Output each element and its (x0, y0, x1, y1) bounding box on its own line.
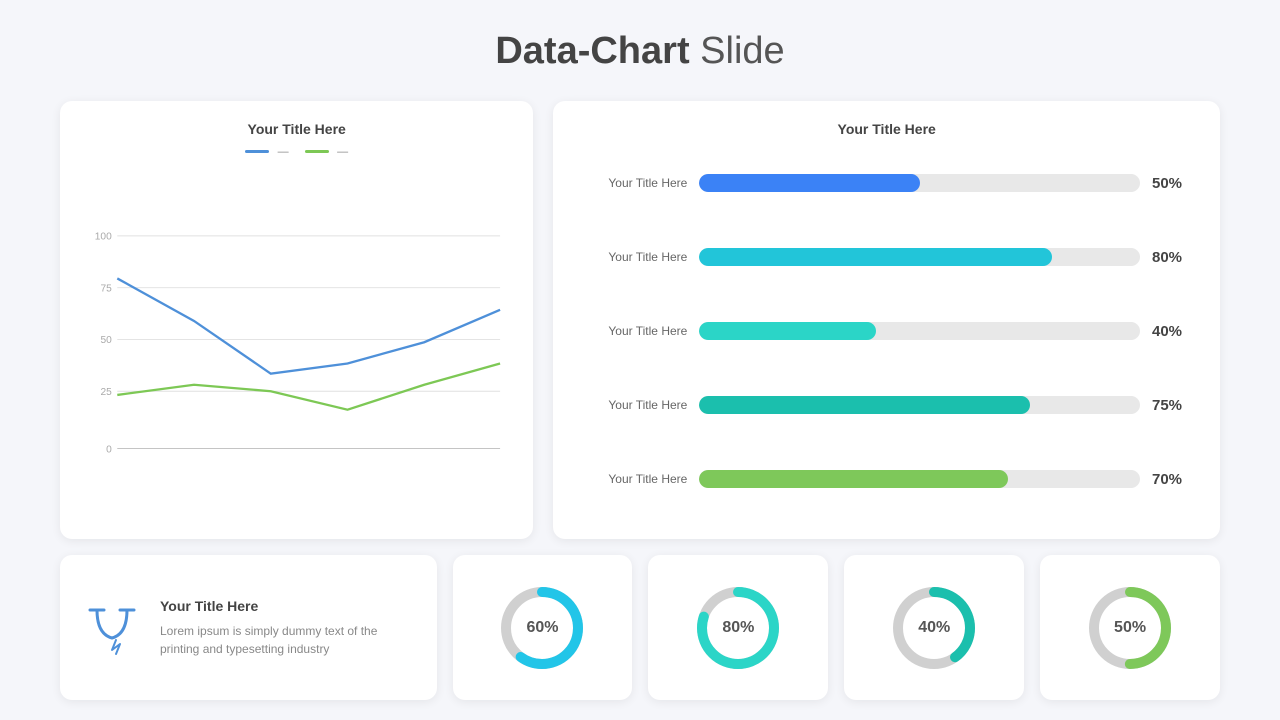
donut-card-1: 80% (648, 555, 828, 700)
bar-row-4: Your Title Here 70% (577, 470, 1196, 488)
info-card: Your Title Here Lorem ipsum is simply du… (60, 555, 437, 700)
bar-pct-0: 50% (1152, 175, 1196, 192)
bar-row-0: Your Title Here 50% (577, 174, 1196, 192)
main-title-bold: Data-Chart (495, 30, 689, 72)
line-chart-card: Your Title Here — — 100 75 50 25 (60, 101, 533, 539)
bar-label-4: Your Title Here (577, 472, 687, 486)
bar-fill-2 (699, 322, 875, 340)
bar-row-3: Your Title Here 75% (577, 396, 1196, 414)
bar-label-3: Your Title Here (577, 398, 687, 412)
bar-track-2 (699, 322, 1140, 340)
info-title: Your Title Here (160, 598, 415, 614)
bar-fill-1 (699, 248, 1052, 266)
bar-pct-4: 70% (1152, 471, 1196, 488)
bar-label-2: Your Title Here (577, 324, 687, 338)
bar-track-1 (699, 248, 1140, 266)
bar-track-4 (699, 470, 1140, 488)
bar-fill-0 (699, 174, 919, 192)
svg-text:100: 100 (95, 232, 112, 243)
legend-green-dot (305, 150, 329, 153)
bar-fill-3 (699, 396, 1030, 414)
legend-blue: — (245, 143, 288, 161)
donut-label-2: 40% (918, 619, 950, 637)
bar-chart-card: Your Title Here Your Title Here 50% Your… (553, 101, 1220, 539)
donut-wrapper-3: 50% (1085, 583, 1175, 673)
page: Data-Chart Slide Your Title Here — — 100 (0, 0, 1280, 720)
bar-fill-4 (699, 470, 1007, 488)
bar-label-1: Your Title Here (577, 250, 687, 264)
line-chart-svg: 100 75 50 25 0 (84, 171, 509, 519)
svg-text:0: 0 (106, 444, 112, 455)
donut-wrapper-1: 80% (693, 583, 783, 673)
bottom-row: Your Title Here Lorem ipsum is simply du… (60, 555, 1220, 700)
donut-card-2: 40% (844, 555, 1024, 700)
line-chart-area: 100 75 50 25 0 (84, 171, 509, 519)
top-row: Your Title Here — — 100 75 50 25 (60, 101, 1220, 539)
line-chart-title: Your Title Here (84, 121, 509, 137)
svg-text:75: 75 (100, 283, 112, 294)
line-chart-legend: — — (84, 143, 509, 161)
legend-green: — (305, 143, 348, 161)
bar-pct-1: 80% (1152, 249, 1196, 266)
bar-row-2: Your Title Here 40% (577, 322, 1196, 340)
donut-card-0: 60% (453, 555, 633, 700)
donut-wrapper-0: 60% (497, 583, 587, 673)
bar-row-1: Your Title Here 80% (577, 248, 1196, 266)
svg-text:50: 50 (100, 335, 112, 346)
main-title-normal: Slide (690, 30, 785, 72)
bar-track-0 (699, 174, 1140, 192)
bar-track-3 (699, 396, 1140, 414)
bar-pct-3: 75% (1152, 397, 1196, 414)
bar-label-0: Your Title Here (577, 176, 687, 190)
donut-cards: 60% 80% 40% (453, 555, 1220, 700)
info-text: Your Title Here Lorem ipsum is simply du… (160, 598, 415, 658)
bar-chart-rows: Your Title Here 50% Your Title Here 80% … (577, 143, 1196, 519)
magnet-icon (82, 598, 142, 658)
donut-label-3: 50% (1114, 619, 1146, 637)
legend-blue-dot (245, 150, 269, 153)
donut-label-1: 80% (722, 619, 754, 637)
donut-card-3: 50% (1040, 555, 1220, 700)
bar-pct-2: 40% (1152, 323, 1196, 340)
donut-label-0: 60% (526, 619, 558, 637)
info-desc: Lorem ipsum is simply dummy text of the … (160, 622, 415, 658)
svg-text:25: 25 (100, 387, 112, 398)
donut-wrapper-2: 40% (889, 583, 979, 673)
main-title: Data-Chart Slide (495, 30, 784, 73)
bar-chart-title: Your Title Here (577, 121, 1196, 137)
